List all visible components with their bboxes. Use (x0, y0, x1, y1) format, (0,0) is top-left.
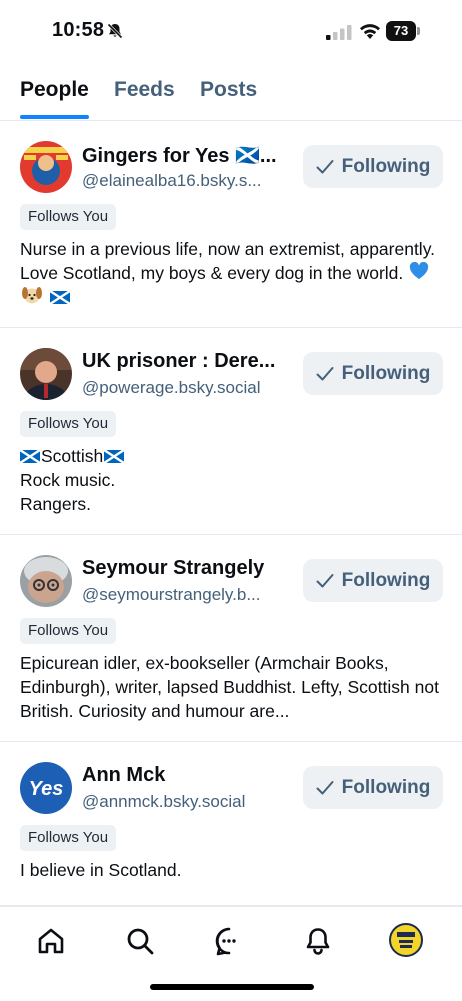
following-button[interactable]: Following (303, 352, 443, 395)
home-indicator[interactable] (150, 984, 314, 990)
home-icon (38, 928, 64, 954)
active-tab-indicator (20, 115, 89, 119)
profile-avatar (389, 923, 423, 957)
following-label: Following (341, 155, 431, 177)
battery-cap (417, 27, 420, 35)
user-handle[interactable]: @powerage.bsky.social (82, 378, 294, 398)
user-handle[interactable]: @seymourstrangely.b... (82, 585, 294, 605)
bio-line: Rock music. (20, 470, 116, 490)
avatar[interactable] (20, 555, 72, 607)
display-name[interactable]: Gingers for Yes 🏴󠁧󠁢󠁳󠁣󠁴󠁿... (82, 143, 294, 168)
cellular-signal-icon (326, 25, 352, 40)
bio-text: Scottish (41, 446, 104, 466)
user-bio: Scottish Rock music. Rangers. (20, 444, 445, 516)
search-icon (127, 928, 154, 955)
nav-messages[interactable] (213, 925, 245, 957)
chat-icon (215, 927, 236, 956)
blue-heart-icon (410, 262, 429, 279)
nav-profile[interactable] (389, 923, 423, 957)
following-button[interactable]: Following (303, 145, 443, 188)
tab-feeds[interactable]: Feeds (114, 78, 175, 102)
follows-you-badge: Follows You (20, 618, 117, 644)
nav-search[interactable] (124, 925, 156, 957)
tab-people[interactable]: People (20, 78, 89, 102)
bell-icon (306, 928, 330, 955)
follows-you-badge: Follows You (20, 204, 117, 230)
follows-you-badge: Follows You (20, 411, 117, 437)
scotland-flag-icon (49, 291, 70, 304)
nav-notifications[interactable] (302, 925, 334, 957)
avatar[interactable]: Yes (20, 762, 72, 814)
battery-indicator: 73 (386, 21, 422, 41)
tab-posts[interactable]: Posts (200, 78, 257, 102)
battery-percent: 73 (393, 23, 409, 38)
following-button[interactable]: Following (303, 766, 443, 809)
user-bio: Epicurean idler, ex-bookseller (Armchair… (20, 653, 439, 721)
display-name[interactable]: Ann Mck (82, 764, 294, 787)
display-name[interactable]: UK prisoner : Dere... (82, 350, 294, 373)
wifi-icon (360, 24, 380, 39)
avatar[interactable] (20, 141, 72, 193)
checkmark-icon (316, 573, 334, 587)
avatar[interactable] (20, 348, 72, 400)
tab-bar: People Feeds Posts (0, 64, 462, 121)
nav-home[interactable] (35, 925, 67, 957)
user-bio: Nurse in a previous life, now an extremi… (20, 237, 445, 309)
bio-line: Scottish (20, 444, 445, 468)
checkmark-icon (316, 366, 334, 380)
status-bar: 10:58 73 (0, 0, 462, 64)
list-item[interactable]: UK prisoner : Dere... @powerage.bsky.soc… (0, 328, 462, 535)
following-label: Following (341, 776, 431, 798)
checkmark-icon (316, 780, 334, 794)
avatar-yes-text: Yes (29, 778, 64, 800)
list-item[interactable]: Seymour Strangely @seymourstrangely.b...… (0, 535, 462, 742)
scotland-flag-icon (20, 450, 40, 463)
status-time: 10:58 (52, 19, 105, 41)
list-item[interactable]: Yes Ann Mck @annmck.bsky.social Followin… (0, 742, 462, 906)
display-name[interactable]: Seymour Strangely (82, 557, 294, 580)
following-label: Following (341, 569, 431, 591)
silent-bell-icon (107, 23, 123, 39)
scotland-flag-icon (104, 450, 125, 463)
user-bio: I believe in Scotland. (20, 860, 182, 880)
checkmark-icon (316, 159, 334, 173)
following-label: Following (341, 362, 431, 384)
bio-line: Rangers. (20, 494, 92, 514)
user-handle[interactable]: @annmck.bsky.social (82, 792, 294, 812)
list-item[interactable]: Gingers for Yes 🏴󠁧󠁢󠁳󠁣󠁴󠁿... @elainealba16… (0, 121, 462, 328)
bio-text: Nurse in a previous life, now an extremi… (20, 239, 436, 283)
following-button[interactable]: Following (303, 559, 443, 602)
follows-you-badge: Follows You (20, 825, 117, 851)
dog-face-icon (22, 287, 42, 304)
user-handle[interactable]: @elainealba16.bsky.s... (82, 171, 294, 191)
